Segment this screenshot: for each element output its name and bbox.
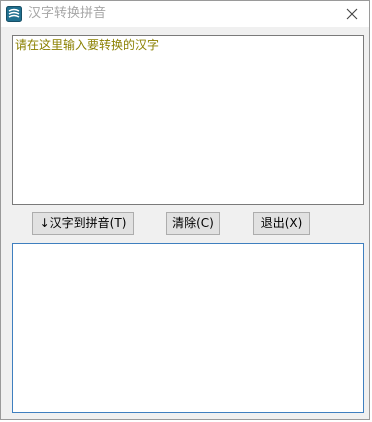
app-logo-icon [6,6,22,22]
hanzi-input-text: 请在这里输入要转换的汉字 [15,38,160,52]
window-title: 汉字转换拼音 [28,6,107,21]
exit-button[interactable]: 退出(X) [253,212,310,235]
close-button[interactable] [339,2,365,26]
hanzi-input-textarea[interactable]: 请在这里输入要转换的汉字 [12,35,364,205]
title-bar[interactable]: 汉字转换拼音 [1,1,369,27]
app-window: 汉字转换拼音 请在这里输入要转换的汉字 ↓汉字到拼音(T) 清除(C) 退出(X… [0,0,370,420]
pinyin-output-textarea[interactable] [12,243,364,413]
close-icon [346,5,358,24]
clear-button[interactable]: 清除(C) [166,212,220,235]
convert-to-pinyin-button[interactable]: ↓汉字到拼音(T) [32,212,134,235]
